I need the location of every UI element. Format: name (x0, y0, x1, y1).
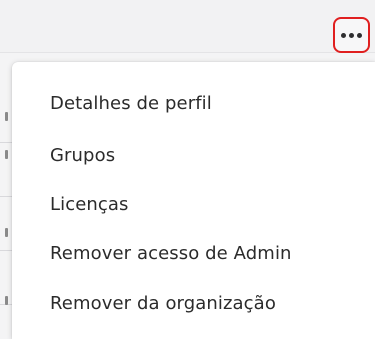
more-actions-button[interactable] (333, 17, 370, 53)
row-divider (0, 196, 12, 197)
menu-item-licenses[interactable]: Licenças (12, 180, 375, 228)
menu-item-label: Remover acesso de Admin (50, 242, 292, 264)
more-horizontal-icon-dot (349, 32, 354, 38)
menu-item-label: Licenças (50, 193, 129, 215)
menu-item-remove-from-organization[interactable]: Remover da organização (12, 279, 375, 327)
header-divider (0, 52, 375, 53)
row-divider (0, 250, 12, 251)
menu-item-remove-admin-access[interactable]: Remover acesso de Admin (12, 229, 375, 277)
table-header-area (0, 0, 375, 52)
row-divider (0, 142, 12, 143)
menu-item-label: Remover da organização (50, 292, 276, 314)
menu-item-profile-details[interactable]: Detalhes de perfil (12, 79, 375, 127)
menu-item-label: Grupos (50, 144, 116, 166)
menu-item-label: Detalhes de perfil (50, 92, 212, 114)
more-horizontal-icon (341, 32, 346, 38)
underlying-row-text (5, 150, 8, 159)
more-horizontal-icon-dot (357, 32, 362, 38)
underlying-row-text (5, 228, 8, 237)
menu-item-groups[interactable]: Grupos (12, 131, 375, 179)
underlying-row-text (5, 112, 8, 121)
actions-dropdown-menu: Detalhes de perfil Grupos Licenças Remov… (12, 62, 375, 339)
underlying-row-text (5, 296, 8, 305)
